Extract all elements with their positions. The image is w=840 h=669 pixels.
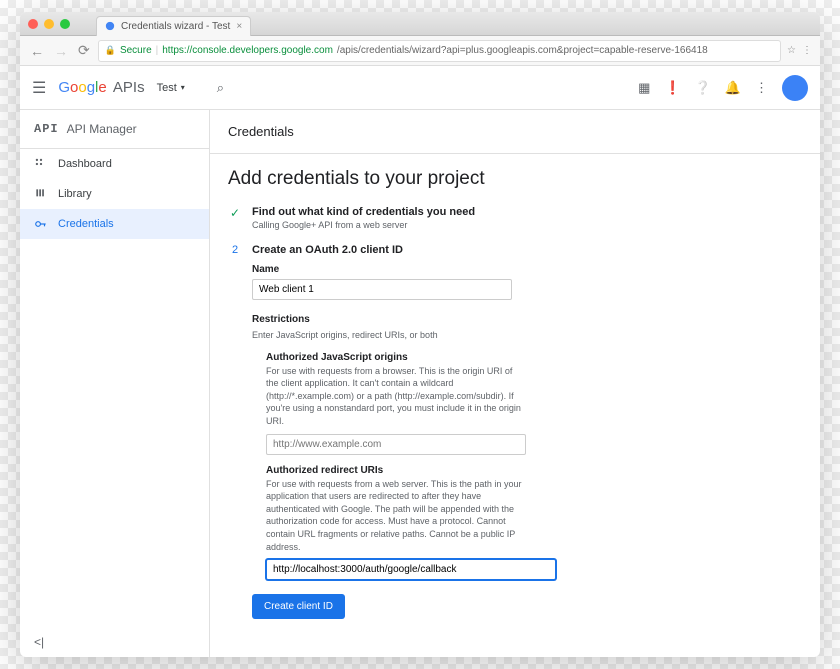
close-tab-icon[interactable]: ×	[236, 21, 242, 32]
avatar[interactable]	[782, 75, 808, 101]
sidebar-item-library[interactable]: Library	[20, 179, 209, 209]
redirect-uris-section: Authorized redirect URIs For use with re…	[266, 465, 802, 581]
browser-tab[interactable]: Credentials wizard - Test ×	[96, 16, 251, 36]
browser-menu-icon[interactable]: ⋮	[802, 45, 812, 56]
step1-subtitle: Calling Google+ API from a web server	[252, 220, 802, 230]
forward-button[interactable]: →	[52, 43, 70, 59]
google-apis-logo: Google APIs	[58, 79, 144, 96]
page-header: Credentials	[210, 110, 820, 154]
client-name-input[interactable]	[252, 279, 512, 300]
project-selector[interactable]: Test ▾	[157, 82, 185, 94]
back-button[interactable]: ←	[28, 43, 46, 59]
notifications-icon[interactable]: 🔔	[725, 80, 741, 96]
js-origin-input[interactable]	[266, 434, 526, 455]
gift-icon[interactable]: ▦	[638, 80, 650, 96]
favicon-icon	[105, 21, 115, 31]
sidebar-title: API Manager	[67, 122, 137, 136]
help-icon[interactable]: ❔	[695, 80, 711, 96]
minimize-window-button[interactable]	[44, 19, 54, 29]
step-2: 2 Create an OAuth 2.0 client ID Name Res…	[228, 244, 802, 619]
library-icon	[34, 187, 48, 201]
tab-title: Credentials wizard - Test	[121, 21, 230, 32]
maximize-window-button[interactable]	[60, 19, 70, 29]
search-area[interactable]: ⌕	[197, 80, 626, 96]
address-bar: ← → ⟳ 🔒 Secure | https://console.develop…	[20, 36, 820, 66]
sidebar-header: API API Manager	[20, 110, 209, 149]
step2-title: Create an OAuth 2.0 client ID	[252, 244, 802, 256]
search-icon: ⌕	[217, 80, 224, 96]
reload-button[interactable]: ⟳	[76, 42, 92, 59]
api-badge: API	[34, 122, 59, 136]
step-1: ✓ Find out what kind of credentials you …	[228, 206, 802, 230]
redirect-uri-input[interactable]	[266, 559, 556, 580]
sidebar-item-label: Dashboard	[58, 158, 112, 170]
sidebar-item-dashboard[interactable]: Dashboard	[20, 149, 209, 179]
restrictions-desc: Enter JavaScript origins, redirect URIs,…	[252, 329, 802, 342]
app-body: API API Manager Dashboard Library Creden…	[20, 110, 820, 657]
step2-number: 2	[228, 244, 242, 619]
dashboard-icon	[34, 157, 48, 171]
sidebar: API API Manager Dashboard Library Creden…	[20, 110, 210, 657]
lock-icon: 🔒	[105, 45, 116, 56]
js-origins-label: Authorized JavaScript origins	[266, 352, 802, 363]
sidebar-item-label: Credentials	[58, 218, 114, 230]
sidebar-item-credentials[interactable]: Credentials	[20, 209, 209, 239]
redirect-uris-label: Authorized redirect URIs	[266, 465, 802, 476]
topbar-actions: ▦ ❗ ❔ 🔔 ⋮	[638, 75, 808, 101]
name-label: Name	[252, 264, 802, 275]
js-origins-section: Authorized JavaScript origins For use wi…	[266, 352, 802, 455]
alert-icon[interactable]: ❗	[664, 80, 680, 96]
titlebar: Credentials wizard - Test ×	[20, 12, 820, 36]
app-topbar: ☰ Google APIs Test ▾ ⌕ ▦ ❗ ❔ 🔔 ⋮	[20, 66, 820, 110]
key-icon	[34, 217, 48, 231]
restrictions-label: Restrictions	[252, 314, 802, 325]
url-path: /apis/credentials/wizard?api=plus.google…	[337, 45, 708, 56]
more-icon[interactable]: ⋮	[755, 80, 768, 96]
hamburger-menu-icon[interactable]: ☰	[32, 78, 46, 98]
close-window-button[interactable]	[28, 19, 38, 29]
create-client-id-button[interactable]: Create client ID	[252, 594, 345, 619]
bookmark-icon[interactable]: ☆	[787, 45, 796, 56]
url-host: https://console.developers.google.com	[162, 45, 333, 56]
content-area: Add credentials to your project ✓ Find o…	[210, 154, 820, 657]
step1-title: Find out what kind of credentials you ne…	[252, 206, 802, 218]
sidebar-item-label: Library	[58, 188, 92, 200]
check-icon: ✓	[228, 206, 242, 230]
browser-window: Credentials wizard - Test × ← → ⟳ 🔒 Secu…	[20, 12, 820, 657]
secure-label: Secure	[120, 45, 152, 56]
collapse-sidebar-button[interactable]: <|	[34, 635, 44, 649]
main-content: Credentials Add credentials to your proj…	[210, 110, 820, 657]
chevron-down-icon: ▾	[181, 83, 185, 92]
url-input[interactable]: 🔒 Secure | https://console.developers.go…	[98, 40, 781, 62]
redirect-uris-desc: For use with requests from a web server.…	[266, 478, 526, 554]
page-title: Add credentials to your project	[228, 168, 802, 190]
js-origins-desc: For use with requests from a browser. Th…	[266, 365, 526, 428]
